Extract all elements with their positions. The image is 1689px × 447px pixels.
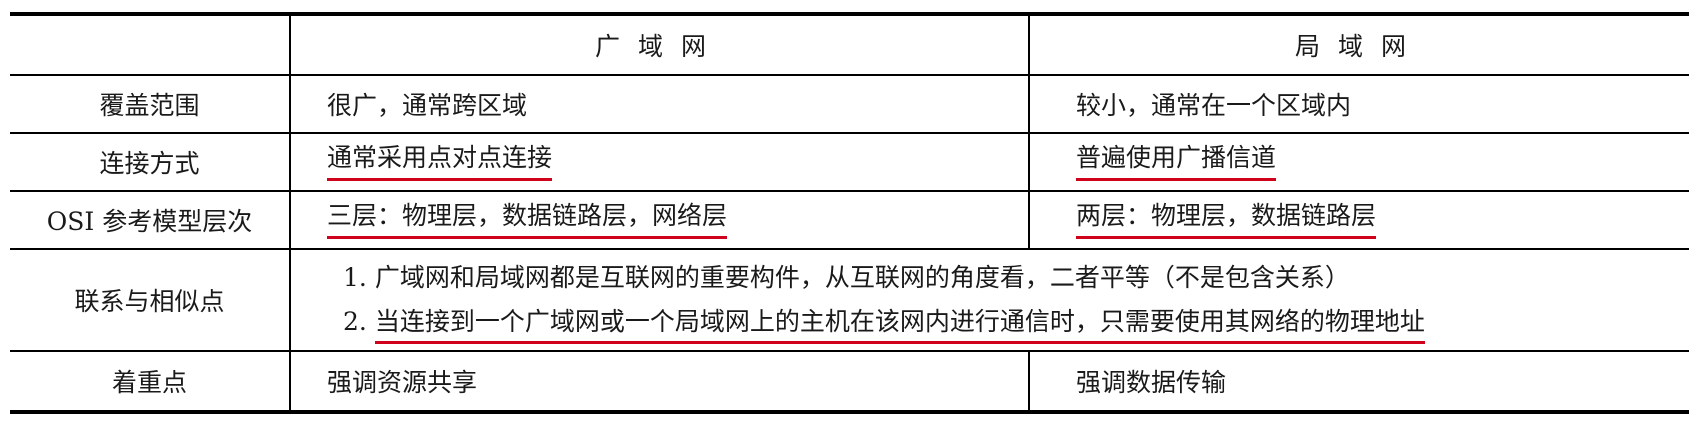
- header-blank-cell: [10, 12, 290, 76]
- row-relations: 联系与相似点 1. 广域网和局域网都是互联网的重要构件，从互联网的角度看，二者平等…: [10, 249, 1689, 352]
- cell-lan-osi-layers: 两层：物理层，数据链路层: [1028, 191, 1689, 250]
- row-connection: 连接方式 通常采用点对点连接 普遍使用广播信道: [10, 133, 1689, 192]
- header-row: 广域网 局域网: [10, 12, 1689, 76]
- relations-line-2: 2. 当连接到一个广域网或一个局域网上的主机在该网内进行通信时，只需要使用其网络的…: [343, 300, 1689, 345]
- row-focus: 着重点 强调资源共享 强调数据传输: [10, 351, 1689, 414]
- list-number: 1.: [343, 262, 367, 292]
- row-label-connection: 连接方式: [10, 133, 290, 192]
- cell-wan-coverage: 很广，通常跨区域: [289, 75, 1029, 134]
- cell-lan-coverage: 较小，通常在一个区域内: [1028, 75, 1689, 134]
- row-label-focus: 着重点: [10, 351, 290, 414]
- cell-wan-connection: 通常采用点对点连接: [289, 133, 1029, 192]
- underlined-text: 两层：物理层，数据链路层: [1076, 202, 1377, 239]
- row-coverage: 覆盖范围 很广，通常跨区域 较小，通常在一个区域内: [10, 75, 1689, 134]
- cell-wan-osi-layers: 三层：物理层，数据链路层，网络层: [289, 191, 1029, 250]
- underlined-text: 通常采用点对点连接: [327, 144, 553, 181]
- cell-wan-focus: 强调资源共享: [289, 351, 1029, 414]
- header-wan: 广域网: [289, 12, 1029, 76]
- row-label-osi-layers: OSI 参考模型层次: [10, 191, 290, 250]
- relations-text-1: 广域网和局域网都是互联网的重要构件，从互联网的角度看，二者平等（不是包含关系）: [374, 262, 1350, 292]
- header-lan: 局域网: [1028, 12, 1689, 76]
- relations-line-1: 1. 广域网和局域网都是互联网的重要构件，从互联网的角度看，二者平等（不是包含关系…: [343, 256, 1689, 300]
- wan-lan-comparison-table: 广域网 局域网 覆盖范围 很广，通常跨区域 较小，通常在一个区域内 连接方式 通…: [10, 12, 1689, 414]
- underlined-text: 当连接到一个广域网或一个局域网上的主机在该网内进行通信时，只需要使用其网络的物理…: [374, 308, 1425, 345]
- row-label-relations: 联系与相似点: [10, 249, 290, 352]
- underlined-text: 三层：物理层，数据链路层，网络层: [327, 202, 728, 239]
- cell-lan-connection: 普遍使用广播信道: [1028, 133, 1689, 192]
- cell-relations-merged: 1. 广域网和局域网都是互联网的重要构件，从互联网的角度看，二者平等（不是包含关系…: [289, 249, 1689, 352]
- row-label-coverage: 覆盖范围: [10, 75, 290, 134]
- underlined-text: 普遍使用广播信道: [1076, 144, 1277, 181]
- list-number: 2.: [343, 306, 367, 336]
- row-osi-layers: OSI 参考模型层次 三层：物理层，数据链路层，网络层 两层：物理层，数据链路层: [10, 191, 1689, 250]
- cell-lan-focus: 强调数据传输: [1028, 351, 1689, 414]
